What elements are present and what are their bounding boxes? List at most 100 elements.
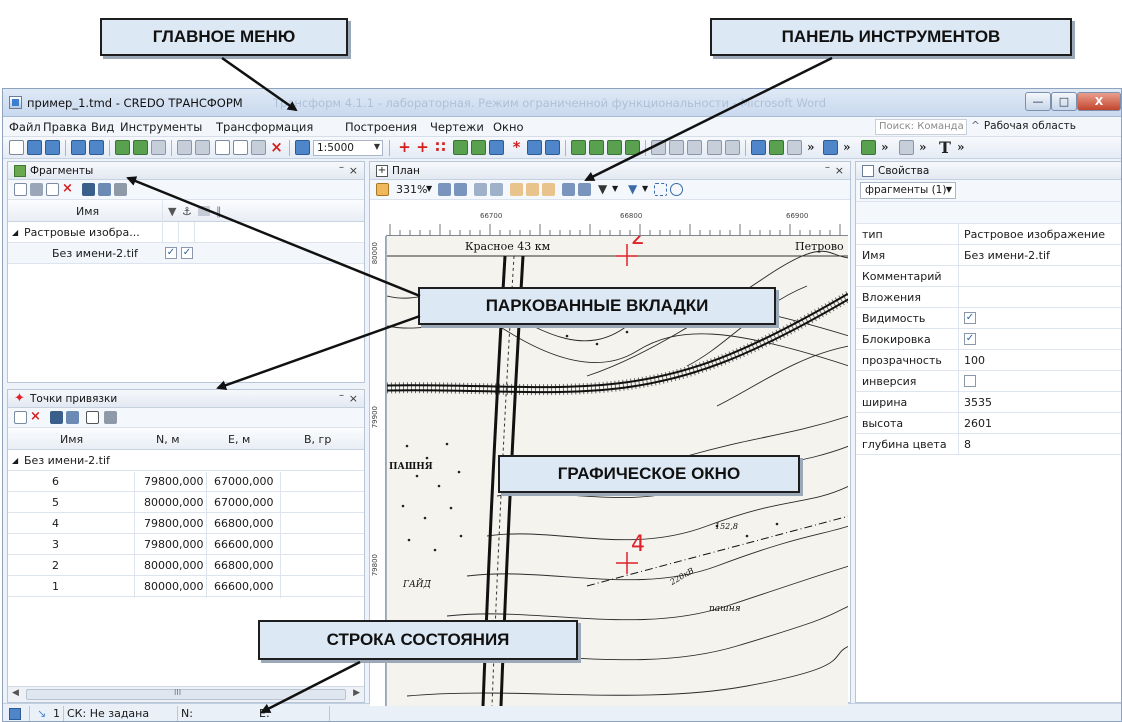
column-e-header[interactable]: E, м xyxy=(228,433,250,446)
mirror-icon[interactable] xyxy=(687,140,702,155)
style-icon[interactable] xyxy=(787,140,802,155)
reference-marker-2[interactable]: 2 xyxy=(631,236,645,249)
align-right-icon[interactable] xyxy=(607,140,622,155)
inversion-checkbox[interactable] xyxy=(964,375,976,387)
status-layers-icon[interactable] xyxy=(9,708,21,720)
transform-icon[interactable] xyxy=(471,140,486,155)
align-center-icon[interactable] xyxy=(589,140,604,155)
expand-arrow-icon[interactable]: ◢ xyxy=(12,228,18,237)
export-icon[interactable] xyxy=(89,140,104,155)
select-frame-icon[interactable] xyxy=(654,183,667,196)
prop-row[interactable]: прозрачность 100 xyxy=(856,350,1121,371)
anchor-icon[interactable]: ⚓ xyxy=(182,205,192,218)
tree-row-group[interactable]: ◢ Растровые изобра... xyxy=(8,222,364,243)
filter-blue-icon[interactable]: ▼ xyxy=(628,182,637,196)
align-left-icon[interactable] xyxy=(571,140,586,155)
panel-pin-icon[interactable]: – xyxy=(339,390,344,401)
line-tool-icon[interactable] xyxy=(527,140,542,155)
stamp-icon[interactable] xyxy=(861,140,876,155)
find-icon[interactable] xyxy=(50,411,63,424)
prop-row[interactable]: Имя Без имени-2.tif xyxy=(856,245,1121,266)
tree-row-item[interactable]: Без имени-2.tif ✓ ✓ xyxy=(8,243,364,264)
chevron-down-icon[interactable]: ▼ xyxy=(612,184,618,193)
delete-icon[interactable]: × xyxy=(62,182,75,196)
menu-tools[interactable]: Инструменты xyxy=(120,120,202,134)
prop-row[interactable]: Комментарий xyxy=(856,266,1121,287)
redo-icon[interactable] xyxy=(195,140,210,155)
zoom-level[interactable]: 331% xyxy=(396,183,427,196)
delete-icon[interactable]: × xyxy=(269,140,284,155)
table-row[interactable]: 3 79800,000 66600,000 xyxy=(8,534,364,555)
frame-icon[interactable] xyxy=(823,140,838,155)
menu-edit[interactable]: Правка xyxy=(43,120,87,134)
cut-icon[interactable] xyxy=(251,140,266,155)
new-fragment-icon[interactable] xyxy=(14,183,27,196)
print-icon[interactable] xyxy=(295,140,310,155)
open-file-icon[interactable] xyxy=(27,140,42,155)
layers-add-icon[interactable] xyxy=(133,140,148,155)
lasso-icon[interactable] xyxy=(670,183,683,196)
menu-view[interactable]: Вид xyxy=(91,120,114,134)
expand-arrow-icon[interactable]: ◢ xyxy=(12,456,18,465)
paste-icon[interactable] xyxy=(233,140,248,155)
prop-row[interactable]: инверсия xyxy=(856,371,1121,392)
panel-close-icon[interactable]: × xyxy=(349,392,358,405)
search-icon[interactable] xyxy=(562,183,575,196)
prop-row[interactable]: тип Растровое изображение xyxy=(856,224,1121,245)
fragment-visible-checkbox[interactable]: ✓ xyxy=(165,247,177,259)
filter-icon[interactable]: ▼ xyxy=(168,205,176,218)
layers-icon[interactable] xyxy=(115,140,130,155)
status-pointer-icon[interactable]: ↘ xyxy=(37,707,46,720)
save-icon[interactable] xyxy=(45,140,60,155)
scroll-thumb[interactable] xyxy=(26,689,346,700)
visibility-checkbox[interactable]: ✓ xyxy=(964,312,976,324)
fragment-lock-checkbox[interactable]: ✓ xyxy=(181,247,193,259)
text-tool-icon[interactable]: T xyxy=(939,138,951,157)
toolbar-overflow-4[interactable]: » xyxy=(919,140,927,154)
zoom-all-icon[interactable] xyxy=(454,183,467,196)
chevron-down-icon[interactable]: ▼ xyxy=(642,184,648,193)
close-button[interactable]: X xyxy=(1077,92,1121,111)
zoom-to-icon[interactable] xyxy=(98,183,111,196)
table-row[interactable]: 5 80000,000 67000,000 xyxy=(8,492,364,513)
panel-pin-icon[interactable]: – xyxy=(825,162,830,173)
menu-window[interactable]: Окно xyxy=(493,120,524,134)
pan-hand-icon[interactable] xyxy=(510,183,523,196)
object-selector[interactable]: фрагменты (1) ▼ xyxy=(860,182,956,199)
import-icon[interactable] xyxy=(71,140,86,155)
prop-row[interactable]: ширина 3535 xyxy=(856,392,1121,413)
scale-tool-icon[interactable] xyxy=(707,140,722,155)
zoom-frame-icon[interactable] xyxy=(438,183,451,196)
minimize-button[interactable]: — xyxy=(1025,92,1051,111)
chevron-down-icon[interactable]: ▼ xyxy=(426,184,432,193)
prop-row[interactable]: глубина цвета 8 xyxy=(856,434,1121,455)
measure-icon[interactable] xyxy=(725,140,740,155)
zoom-to-icon[interactable] xyxy=(66,411,79,424)
panel-pin-icon[interactable]: – xyxy=(339,162,344,173)
column-name-header[interactable]: Имя xyxy=(60,433,83,446)
column-b-header[interactable]: В, гр xyxy=(304,433,331,446)
find-icon[interactable] xyxy=(82,183,95,196)
new-point-icon[interactable] xyxy=(14,411,27,424)
panel-close-icon[interactable]: × xyxy=(349,164,358,177)
prop-row[interactable]: высота 2601 xyxy=(856,413,1121,434)
prop-row[interactable]: Видимость ✓ xyxy=(856,308,1121,329)
table-icon[interactable] xyxy=(86,411,99,424)
prop-row[interactable]: Блокировка ✓ xyxy=(856,329,1121,350)
reference-marker-4[interactable]: 4 xyxy=(631,534,645,556)
toolbar-overflow-3[interactable]: » xyxy=(881,140,889,154)
delete-icon[interactable]: × xyxy=(30,410,43,424)
comment-icon[interactable] xyxy=(198,206,210,216)
maximize-button[interactable]: □ xyxy=(1051,92,1077,111)
pan-hand-lock-icon[interactable] xyxy=(542,183,555,196)
new-document-icon[interactable] xyxy=(9,140,24,155)
point-grid-icon[interactable]: ∷ xyxy=(433,140,448,155)
grid-icon[interactable] xyxy=(489,140,504,155)
table-row[interactable]: 1 80000,000 66600,000 xyxy=(8,576,364,597)
snap-icon[interactable]: * xyxy=(509,140,524,155)
table-row[interactable]: 6 79800,000 67000,000 xyxy=(8,471,364,492)
layers-icon[interactable] xyxy=(376,183,389,196)
fill-icon[interactable] xyxy=(769,140,784,155)
horizontal-scrollbar[interactable]: ◀ III ▶ xyxy=(8,686,364,702)
polyline-tool-icon[interactable] xyxy=(545,140,560,155)
